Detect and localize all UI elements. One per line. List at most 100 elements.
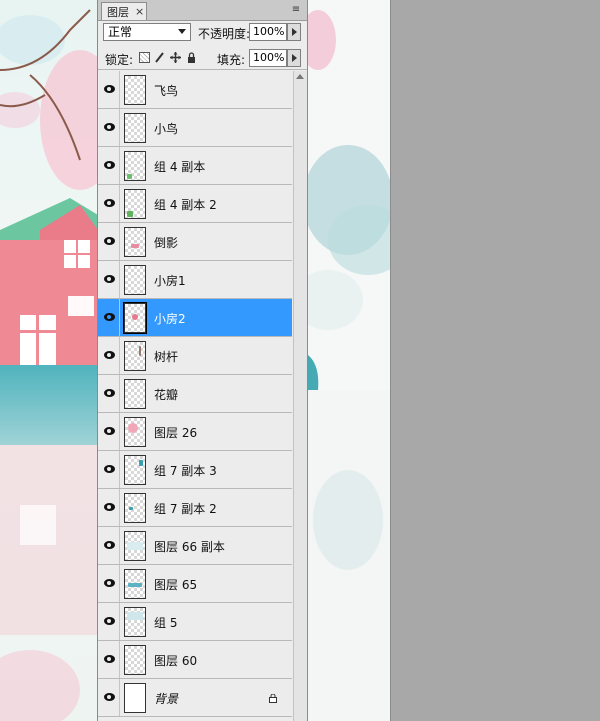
opacity-input[interactable]: 100% [249, 23, 287, 41]
visibility-toggle[interactable] [98, 451, 120, 488]
layer-thumbnail [124, 227, 146, 257]
layer-thumbnail [123, 302, 147, 334]
visibility-toggle[interactable] [98, 679, 120, 716]
layer-row[interactable]: 花瓣 [98, 375, 292, 413]
eye-icon [104, 617, 115, 625]
layer-name: 小房2 [154, 312, 186, 326]
fill-input[interactable]: 100% [249, 49, 287, 67]
visibility-toggle[interactable] [98, 565, 120, 602]
canvas-artwork-right[interactable] [308, 0, 390, 721]
layer-thumbnail [124, 455, 146, 485]
layers-scrollbar[interactable] [293, 71, 307, 721]
layer-thumbnail [124, 493, 146, 523]
layer-name: 图层 60 [154, 654, 198, 668]
blend-mode-value: 正常 [108, 25, 133, 39]
canvas-artwork-left[interactable] [0, 0, 98, 721]
layer-name: 组 4 副本 2 [154, 198, 217, 212]
canvas-illustration [0, 0, 98, 721]
opacity-slider-arrow-icon[interactable] [287, 23, 301, 41]
panel-menu-icon[interactable]: ≡ [289, 4, 303, 16]
visibility-toggle[interactable] [98, 147, 120, 184]
layer-row-background[interactable]: 背景 [98, 679, 292, 717]
fill-slider-arrow-icon[interactable] [287, 49, 301, 67]
blend-mode-select[interactable]: 正常 [103, 23, 191, 41]
eye-icon [104, 85, 115, 93]
layer-row[interactable]: 小房1 [98, 261, 292, 299]
layer-thumbnail [124, 645, 146, 675]
layer-thumbnail [124, 265, 146, 295]
layer-name: 组 7 副本 3 [154, 464, 217, 478]
layer-row[interactable]: 组 4 副本 2 [98, 185, 292, 223]
eye-icon [104, 199, 115, 207]
visibility-toggle[interactable] [98, 489, 120, 526]
layer-name: 图层 26 [154, 426, 198, 440]
visibility-toggle[interactable] [98, 71, 120, 108]
layer-thumbnail [124, 189, 146, 219]
layer-name: 组 4 副本 [154, 160, 206, 174]
layer-name: 树杆 [154, 350, 179, 364]
visibility-toggle[interactable] [98, 223, 120, 260]
layer-row[interactable]: 图层 60 [98, 641, 292, 679]
layer-row[interactable]: 倒影 [98, 223, 292, 261]
layer-thumbnail [124, 379, 146, 409]
visibility-toggle[interactable] [98, 603, 120, 640]
layer-name: 背景 [154, 692, 179, 706]
layer-name: 组 7 副本 2 [154, 502, 217, 516]
lock-all-icon[interactable] [186, 52, 197, 63]
chevron-down-icon [178, 29, 186, 34]
layer-name: 花瓣 [154, 388, 179, 402]
layer-row[interactable]: 组 5 [98, 603, 292, 641]
visibility-toggle[interactable] [98, 109, 120, 146]
blend-opacity-row: 正常 不透明度: 100% [98, 22, 307, 44]
layer-thumbnail [124, 75, 146, 105]
layer-thumbnail [124, 417, 146, 447]
tab-layers[interactable]: 图层 × [101, 2, 147, 20]
eye-icon [104, 275, 115, 283]
layer-thumbnail [124, 151, 146, 181]
layer-name: 图层 65 [154, 578, 198, 592]
layer-row[interactable]: 图层 65 [98, 565, 292, 603]
eye-icon [104, 427, 115, 435]
scroll-up-icon[interactable] [296, 74, 304, 79]
layer-thumbnail [124, 113, 146, 143]
visibility-toggle[interactable] [98, 413, 120, 450]
layer-row[interactable]: 小鸟 [98, 109, 292, 147]
layer-row[interactable]: 图层 66 副本 [98, 527, 292, 565]
visibility-toggle[interactable] [98, 261, 120, 298]
layer-thumbnail [124, 569, 146, 599]
workspace-background [390, 0, 600, 721]
tab-layers-label: 图层 [107, 5, 129, 19]
layers-panel: 图层 × ≡ 正常 不透明度: 100% 锁定: 填充: 100% 飞鸟 小鸟 … [97, 0, 308, 721]
layer-row[interactable]: 组 4 副本 [98, 147, 292, 185]
eye-icon [104, 579, 115, 587]
lock-image-brush-icon[interactable] [154, 52, 165, 63]
lock-label: 锁定: [105, 53, 134, 67]
eye-icon [104, 351, 115, 359]
layer-thumbnail [124, 531, 146, 561]
layer-row[interactable]: 树杆 [98, 337, 292, 375]
visibility-toggle[interactable] [98, 185, 120, 222]
close-icon[interactable]: × [135, 5, 144, 18]
canvas-edge-strip [390, 0, 409, 721]
visibility-toggle[interactable] [98, 337, 120, 374]
eye-icon [104, 123, 115, 131]
lock-transparent-icon[interactable] [139, 52, 150, 63]
visibility-toggle[interactable] [98, 641, 120, 678]
visibility-toggle[interactable] [98, 527, 120, 564]
eye-icon [104, 693, 115, 701]
eye-icon [104, 655, 115, 663]
visibility-toggle[interactable] [98, 299, 120, 336]
eye-icon [104, 237, 115, 245]
layer-row[interactable]: 图层 26 [98, 413, 292, 451]
layer-row[interactable]: 飞鸟 [98, 71, 292, 109]
lock-fill-row: 锁定: 填充: 100% [98, 47, 307, 70]
eye-icon [104, 389, 115, 397]
eye-icon [104, 161, 115, 169]
layer-row-selected[interactable]: 小房2 [98, 299, 292, 337]
visibility-toggle[interactable] [98, 375, 120, 412]
lock-icon [269, 692, 277, 703]
eye-icon [104, 465, 115, 473]
layer-row[interactable]: 组 7 副本 3 [98, 451, 292, 489]
lock-position-move-icon[interactable] [170, 52, 181, 63]
layer-row[interactable]: 组 7 副本 2 [98, 489, 292, 527]
